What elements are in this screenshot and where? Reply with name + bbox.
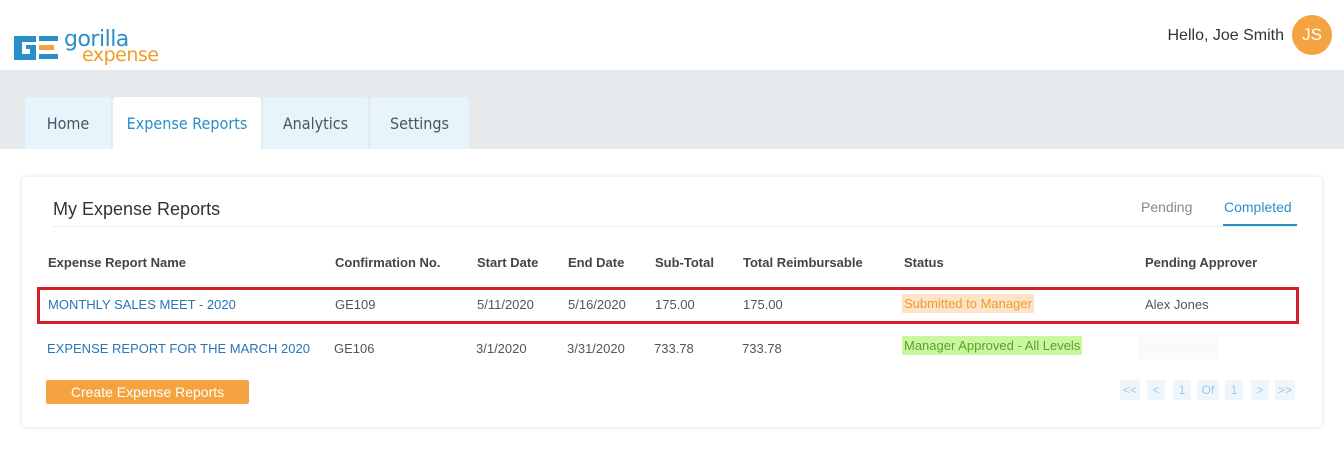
app-header: gorilla expense Hello, Joe Smith JS xyxy=(0,0,1344,70)
report-name-link[interactable]: EXPENSE REPORT FOR THE MARCH 2020 xyxy=(47,341,310,356)
status-badge: Submitted to Manager xyxy=(902,294,1034,313)
end-date: 5/16/2020 xyxy=(568,297,626,312)
pagination-last-button[interactable]: >> xyxy=(1275,380,1295,400)
subtab-pending[interactable]: Pending xyxy=(1141,199,1192,215)
main-nav-tabs: Home Expense Reports Analytics Settings xyxy=(0,70,1344,149)
card-divider xyxy=(52,226,1298,227)
pagination-next-button[interactable]: > xyxy=(1251,380,1269,400)
tab-expense-reports[interactable]: Expense Reports xyxy=(113,97,261,149)
logo-mark-icon xyxy=(14,36,58,60)
status-badge: Manager Approved - All Levels xyxy=(902,336,1083,355)
column-header-subtotal: Sub-Total xyxy=(655,255,714,270)
confirmation-number: GE109 xyxy=(335,297,376,312)
tab-analytics[interactable]: Analytics xyxy=(263,97,368,149)
user-greeting: Hello, Joe Smith xyxy=(1167,27,1285,44)
column-header-status: Status xyxy=(904,255,944,270)
create-expense-report-button[interactable]: Create Expense Reports xyxy=(46,380,249,404)
user-avatar[interactable]: JS xyxy=(1292,15,1332,55)
total-reimbursable: 733.78 xyxy=(742,341,782,356)
pagination-of-label: Of xyxy=(1197,380,1219,400)
end-date: 3/31/2020 xyxy=(567,341,625,356)
pagination-current-page[interactable]: 1 xyxy=(1173,380,1191,400)
pagination-prev-button[interactable]: < xyxy=(1147,380,1165,400)
column-header-pending-approver: Pending Approver xyxy=(1145,255,1258,270)
total-reimbursable: 175.00 xyxy=(743,297,783,312)
gorilla-expense-logo[interactable]: gorilla expense xyxy=(12,27,172,68)
pagination-total-pages: 1 xyxy=(1225,380,1243,400)
column-header-start-date: Start Date xyxy=(477,255,539,270)
subtotal: 733.78 xyxy=(654,341,694,356)
column-header-end-date: End Date xyxy=(568,255,625,270)
subtotal: 175.00 xyxy=(655,297,695,312)
confirmation-number: GE106 xyxy=(334,341,375,356)
column-header-report-name: Expense Report Name xyxy=(48,255,186,270)
pagination-first-button[interactable]: << xyxy=(1120,380,1140,400)
column-header-total-reimbursable: Total Reimbursable xyxy=(743,255,863,270)
start-date: 3/1/2020 xyxy=(476,341,527,356)
expense-reports-card: My Expense Reports Pending Completed Exp… xyxy=(22,177,1322,427)
logo-text-expense: expense xyxy=(82,44,159,66)
pending-approver: Alex Jones xyxy=(1145,297,1209,312)
card-title: My Expense Reports xyxy=(53,199,221,219)
column-header-confirmation: Confirmation No. xyxy=(335,255,441,270)
tab-settings[interactable]: Settings xyxy=(370,97,469,149)
pending-approver-empty xyxy=(1138,337,1218,359)
start-date: 5/11/2020 xyxy=(477,297,534,312)
subtab-completed[interactable]: Completed xyxy=(1224,199,1292,215)
tab-home[interactable]: Home xyxy=(25,97,111,149)
report-name-link[interactable]: MONTHLY SALES MEET - 2020 xyxy=(48,297,236,312)
